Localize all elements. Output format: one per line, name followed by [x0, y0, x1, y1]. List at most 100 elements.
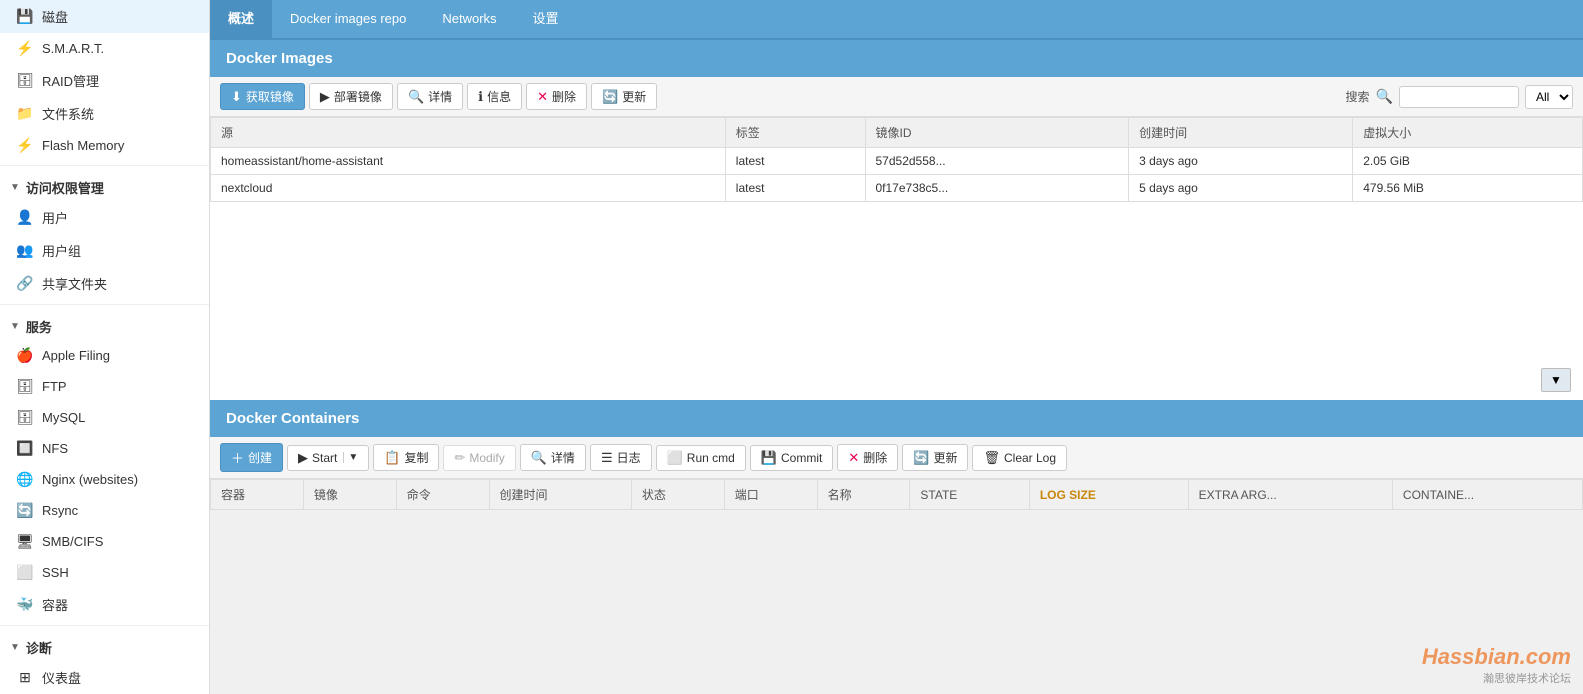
log-container-button[interactable]: ☰ 日志 [590, 444, 652, 471]
start-container-button[interactable]: ▶ Start ▼ [287, 445, 369, 471]
docker-images-table: 源 标签 镜像ID 创建时间 虚拟大小 homeassistant/home-a… [210, 117, 1583, 202]
sidebar-group-services[interactable]: ▼ 服务 [0, 309, 209, 340]
col-extraarg: EXTRA ARG... [1188, 480, 1392, 510]
cell-source: homeassistant/home-assistant [211, 148, 726, 175]
search-input[interactable] [1399, 86, 1519, 108]
col-tag: 标签 [725, 118, 865, 148]
sidebar: 💾 磁盘 ⚡ S.M.A.R.T. 🗄 RAID管理 📁 文件系统 ⚡ Flas… [0, 0, 210, 694]
collapse-button[interactable]: ▼ [1541, 368, 1571, 392]
info-image-button[interactable]: ℹ 信息 [467, 83, 522, 110]
sidebar-item-shared-folder[interactable]: 🔗 共享文件夹 [0, 267, 209, 300]
cell-tag: latest [725, 175, 865, 202]
col-image: 镜像 [303, 480, 396, 510]
collapse-area: ▼ [210, 240, 1583, 400]
sidebar-item-smb[interactable]: 🖥 SMB/CIFS [0, 526, 209, 557]
delete-icon: ✕ [537, 89, 548, 105]
delete-image-button[interactable]: ✕ 删除 [526, 83, 587, 110]
arrow-icon-3: ▼ [10, 642, 20, 653]
docker-containers-table: 容器 镜像 命令 创建时间 状态 端口 名称 STATE LOG SIZE EX… [210, 479, 1583, 510]
sidebar-item-disk[interactable]: 💾 磁盘 [0, 0, 209, 33]
search-label: 搜索 [1346, 88, 1370, 105]
delete-container-button[interactable]: ✕ 删除 [837, 444, 898, 471]
col-source: 源 [211, 118, 726, 148]
applefiling-icon: 🍎 [16, 347, 34, 364]
deploy-image-button[interactable]: ▶ 部署镜像 [309, 83, 393, 110]
divider-1 [0, 165, 209, 166]
sidebar-item-apple-filing[interactable]: 🍎 Apple Filing [0, 340, 209, 371]
sidebar-item-ftp[interactable]: 🗄 FTP [0, 371, 209, 402]
rsync-icon: 🔄 [16, 502, 34, 519]
col-status: 状态 [631, 480, 724, 510]
sidebar-group-access-control[interactable]: ▼ 访问权限管理 [0, 170, 209, 201]
col-name: 名称 [817, 480, 910, 510]
sidebar-item-nfs[interactable]: 🔲 NFS [0, 433, 209, 464]
arrow-icon-2: ▼ [10, 321, 20, 332]
refresh-container-button[interactable]: 🔄 更新 [902, 444, 968, 471]
sidebar-item-dashboard[interactable]: ⊞ 仪表盘 [0, 661, 209, 694]
filesystem-icon: 📁 [16, 105, 34, 122]
sidebar-item-smart[interactable]: ⚡ S.M.A.R.T. [0, 33, 209, 64]
refresh-image-button[interactable]: 🔄 更新 [591, 83, 657, 110]
search-select[interactable]: All [1525, 85, 1573, 109]
modify-container-button[interactable]: ✏ Modify [443, 445, 515, 471]
nginx-icon: 🌐 [16, 471, 34, 488]
main-content: Docker Images ⬇ 获取镜像 ▶ 部署镜像 🔍 详情 ℹ 信息 [210, 40, 1583, 694]
detail-image-button[interactable]: 🔍 详情 [397, 83, 463, 110]
cell-source: nextcloud [211, 175, 726, 202]
detail-container-button[interactable]: 🔍 详情 [520, 444, 586, 471]
raid-icon: 🗄 [16, 72, 34, 89]
modify-icon: ✏ [454, 450, 465, 466]
commit-button[interactable]: 💾 Commit [750, 445, 834, 471]
usergroups-icon: 👥 [16, 242, 34, 259]
sidebar-item-users[interactable]: 👤 用户 [0, 201, 209, 234]
sidebar-item-rsync[interactable]: 🔄 Rsync [0, 495, 209, 526]
clear-log-button[interactable]: 🗑 Clear Log [972, 445, 1067, 471]
sidebar-item-flash-memory[interactable]: ⚡ Flash Memory [0, 130, 209, 161]
docker-images-toolbar: ⬇ 获取镜像 ▶ 部署镜像 🔍 详情 ℹ 信息 ✕ 删除 [210, 77, 1583, 117]
sidebar-item-raid[interactable]: 🗄 RAID管理 [0, 64, 209, 97]
col-created: 创建时间 [489, 480, 631, 510]
docker-containers-header: Docker Containers [210, 400, 1583, 437]
tab-networks[interactable]: Networks [424, 0, 514, 39]
search-icon: 🔍 [408, 89, 424, 105]
col-container: 容器 [211, 480, 304, 510]
container-icon: 🐳 [16, 596, 34, 613]
col-logsize: LOG SIZE [1029, 480, 1188, 510]
copy-icon: 📋 [384, 450, 400, 466]
sidebar-group-diagnostics[interactable]: ▼ 诊断 [0, 630, 209, 661]
docker-containers-section: Docker Containers ＋ 创建 ▶ Start ▼ 📋 复制 ✏ [210, 400, 1583, 510]
tab-overview[interactable]: 概述 [210, 0, 272, 39]
divider-2 [0, 304, 209, 305]
divider-3 [0, 625, 209, 626]
ftp-icon: 🗄 [16, 378, 34, 395]
info-icon: ℹ [478, 89, 483, 105]
create-container-button[interactable]: ＋ 创建 [220, 443, 283, 472]
pull-image-button[interactable]: ⬇ 获取镜像 [220, 83, 305, 110]
table-row[interactable]: homeassistant/home-assistant latest 57d5… [211, 148, 1583, 175]
col-imageid: 镜像ID [865, 118, 1129, 148]
delete-icon-2: ✕ [848, 450, 859, 466]
arrow-icon: ▼ [10, 182, 20, 193]
run-cmd-button[interactable]: ⬜ Run cmd [656, 445, 746, 471]
sidebar-item-mysql[interactable]: 🗄 MySQL [0, 402, 209, 433]
sidebar-item-container[interactable]: 🐳 容器 [0, 588, 209, 621]
sharedfolder-icon: 🔗 [16, 275, 34, 292]
col-command: 命令 [396, 480, 489, 510]
docker-images-section: Docker Images ⬇ 获取镜像 ▶ 部署镜像 🔍 详情 ℹ 信息 [210, 40, 1583, 240]
plus-icon: ＋ [231, 448, 244, 467]
docker-images-header: Docker Images [210, 40, 1583, 77]
dropdown-arrow-icon[interactable]: ▼ [343, 452, 358, 463]
sidebar-item-nginx[interactable]: 🌐 Nginx (websites) [0, 464, 209, 495]
log-icon: ☰ [601, 450, 613, 466]
sidebar-item-user-groups[interactable]: 👥 用户组 [0, 234, 209, 267]
search-icon-3: 🔍 [531, 450, 547, 466]
table-row[interactable]: nextcloud latest 0f17e738c5... 5 days ag… [211, 175, 1583, 202]
tab-settings[interactable]: 设置 [515, 0, 577, 39]
cell-tag: latest [725, 148, 865, 175]
tab-docker-images-repo[interactable]: Docker images repo [272, 0, 424, 39]
smart-icon: ⚡ [16, 40, 34, 57]
col-created: 创建时间 [1129, 118, 1353, 148]
copy-container-button[interactable]: 📋 复制 [373, 444, 439, 471]
sidebar-item-filesystem[interactable]: 📁 文件系统 [0, 97, 209, 130]
sidebar-item-ssh[interactable]: ⬜ SSH [0, 557, 209, 588]
